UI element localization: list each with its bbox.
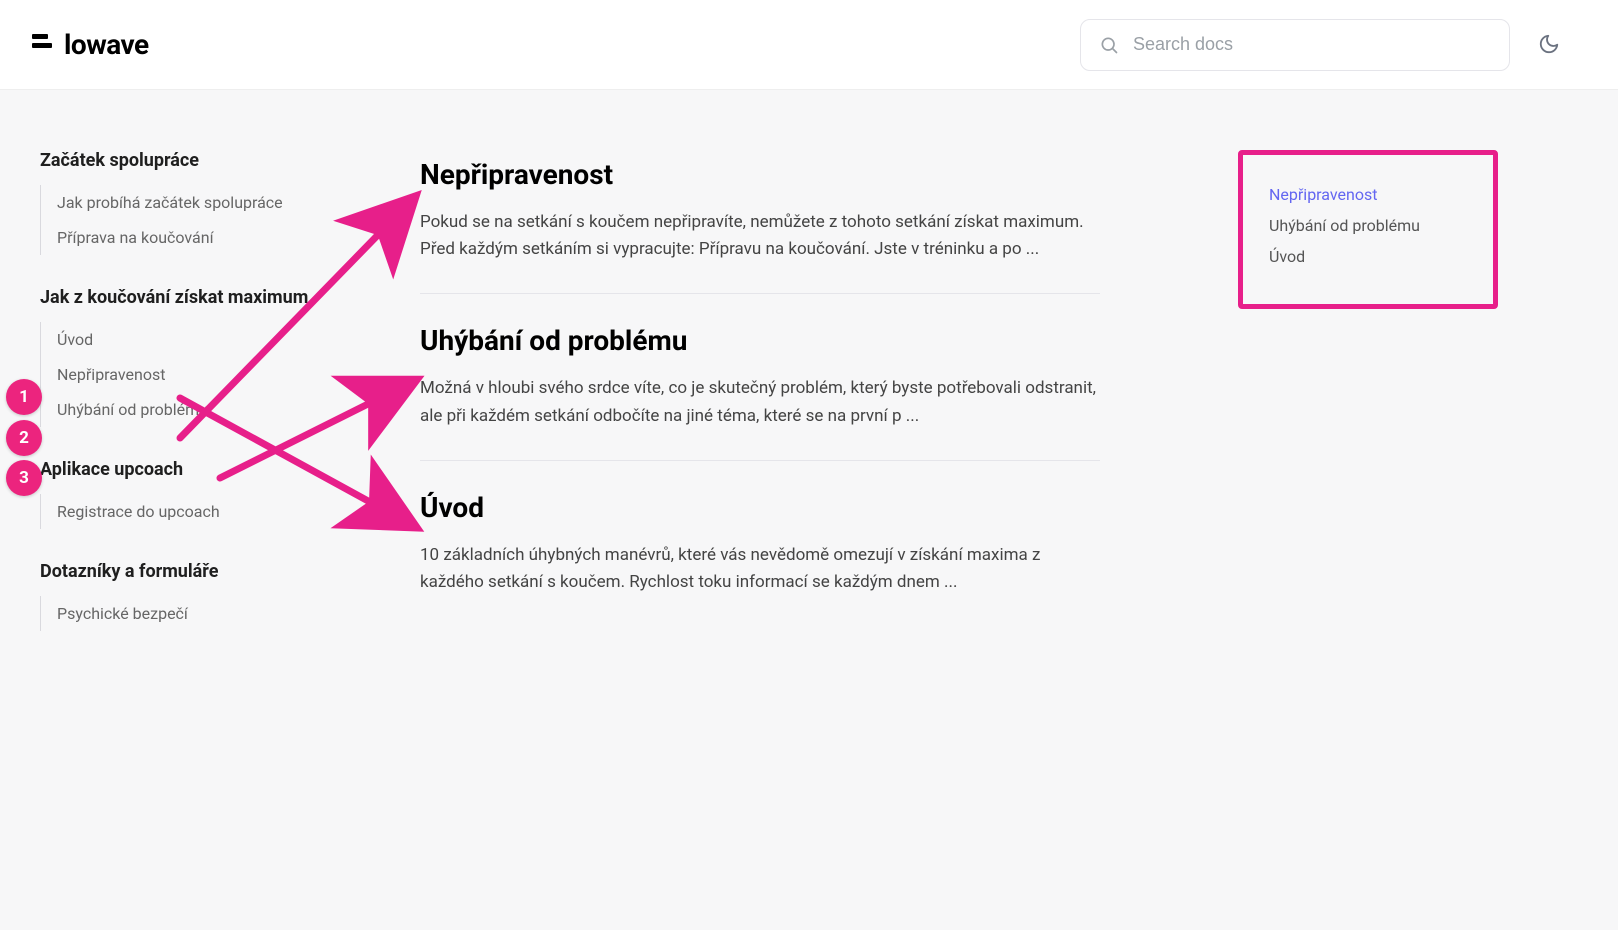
article-title: Nepřipravenost xyxy=(420,158,1100,191)
sidebar-section-title: Jak z koučování získat maximum xyxy=(40,287,380,308)
moon-icon xyxy=(1538,33,1560,55)
sidebar-item[interactable]: Jak probíhá začátek spolupráce xyxy=(57,185,380,220)
main-content: Nepřipravenost Pokud se na setkání s kou… xyxy=(420,150,1100,663)
toc-item[interactable]: Nepřipravenost xyxy=(1269,179,1467,210)
sidebar-item-uvod[interactable]: Úvod xyxy=(57,322,380,357)
sidebar-section-title: Aplikace upcoach xyxy=(40,459,380,480)
sidebar-item-uhybani[interactable]: Uhýbání od problému xyxy=(57,392,380,427)
logo-text: lowave xyxy=(64,28,149,61)
logo-glyph-icon xyxy=(32,31,54,59)
topbar: lowave xyxy=(0,0,1618,90)
sidebar-item[interactable]: Příprava na koučování xyxy=(57,220,380,255)
article-title: Úvod xyxy=(420,491,1100,524)
article-excerpt: Pokud se na setkání s koučem nepřipravít… xyxy=(420,209,1100,263)
toc-item[interactable]: Uhýbání od problému xyxy=(1269,210,1467,241)
article-uvod[interactable]: Úvod 10 základních úhybných manévrů, kte… xyxy=(420,483,1100,626)
sidebar-item-nepripravenost[interactable]: Nepřipravenost xyxy=(57,357,380,392)
search-input[interactable] xyxy=(1133,34,1491,55)
sidebar: Začátek spolupráce Jak probíhá začátek s… xyxy=(40,150,380,663)
sidebar-item[interactable]: Psychické bezpečí xyxy=(57,596,380,631)
article-excerpt: 10 základních úhybných manévrů, které vá… xyxy=(420,542,1100,596)
theme-toggle-button[interactable] xyxy=(1538,33,1586,57)
toc-panel: Nepřipravenost Uhýbání od problému Úvod xyxy=(1238,150,1498,309)
search-container[interactable] xyxy=(1080,19,1510,71)
article-nepripravenost[interactable]: Nepřipravenost Pokud se na setkání s kou… xyxy=(420,150,1100,294)
sidebar-item[interactable]: Registrace do upcoach xyxy=(57,494,380,529)
article-excerpt: Možná v hloubi svého srdce víte, co je s… xyxy=(420,375,1100,429)
sidebar-section-title: Začátek spolupráce xyxy=(40,150,380,171)
logo[interactable]: lowave xyxy=(32,28,149,61)
toc-item[interactable]: Úvod xyxy=(1269,241,1467,272)
search-icon xyxy=(1099,35,1119,55)
sidebar-section-title: Dotazníky a formuláře xyxy=(40,561,380,582)
article-title: Uhýbání od problému xyxy=(420,324,1100,357)
article-uhybani[interactable]: Uhýbání od problému Možná v hloubi svého… xyxy=(420,316,1100,460)
